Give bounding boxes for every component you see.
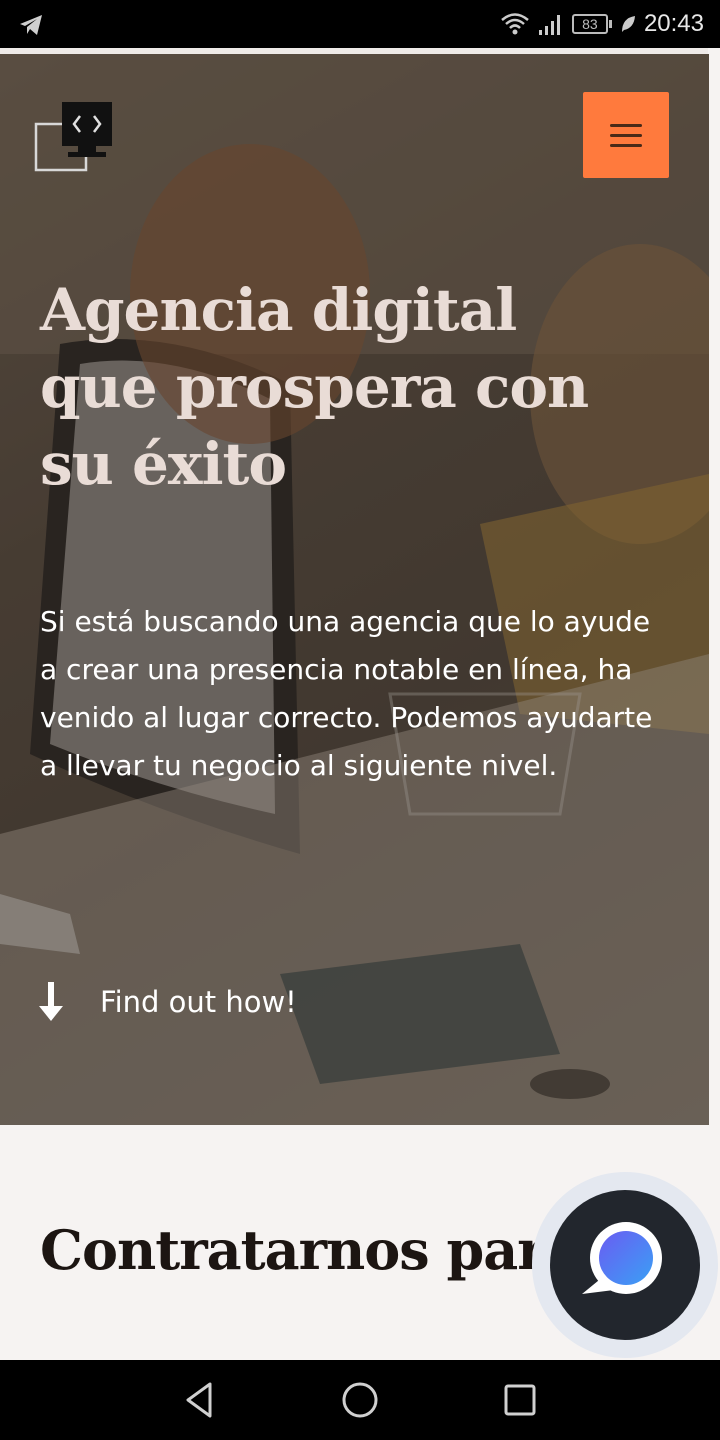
- chat-widget-button[interactable]: [550, 1190, 700, 1340]
- telegram-icon: [20, 15, 42, 35]
- battery-icon: 83: [571, 14, 612, 34]
- hero-section: Agencia digital que prospera con su éxit…: [0, 54, 709, 1125]
- hero-description: Si está buscando una agencia que lo ayud…: [40, 605, 653, 782]
- leaf-icon: [621, 16, 635, 32]
- code-monitor-logo-icon[interactable]: [32, 102, 114, 174]
- find-out-how-label: Find out how!: [100, 985, 297, 1019]
- hero-title: Agencia digital que prospera con su éxit…: [40, 276, 589, 498]
- web-page[interactable]: Agencia digital que prospera con su éxit…: [0, 48, 720, 1360]
- recents-icon[interactable]: [498, 1378, 542, 1422]
- chat-bubble-icon: [582, 1222, 662, 1294]
- find-out-how-link[interactable]: Find out how!: [38, 982, 297, 1022]
- status-bar: 83 20:43: [0, 0, 720, 48]
- arrow-down-icon: [39, 982, 63, 1021]
- section-title: Contratarnos para: [40, 1218, 580, 1282]
- navigation-bar: [0, 1360, 720, 1440]
- home-icon[interactable]: [338, 1378, 382, 1422]
- battery-level: 83: [571, 14, 608, 34]
- hamburger-menu-icon: [610, 123, 642, 127]
- clock: 20:43: [643, 10, 704, 37]
- signal-icon: [538, 15, 560, 35]
- back-icon[interactable]: [178, 1378, 222, 1422]
- wifi-icon: [501, 13, 529, 35]
- hero-overlay: [0, 54, 709, 1125]
- hamburger-menu-button[interactable]: [583, 92, 669, 178]
